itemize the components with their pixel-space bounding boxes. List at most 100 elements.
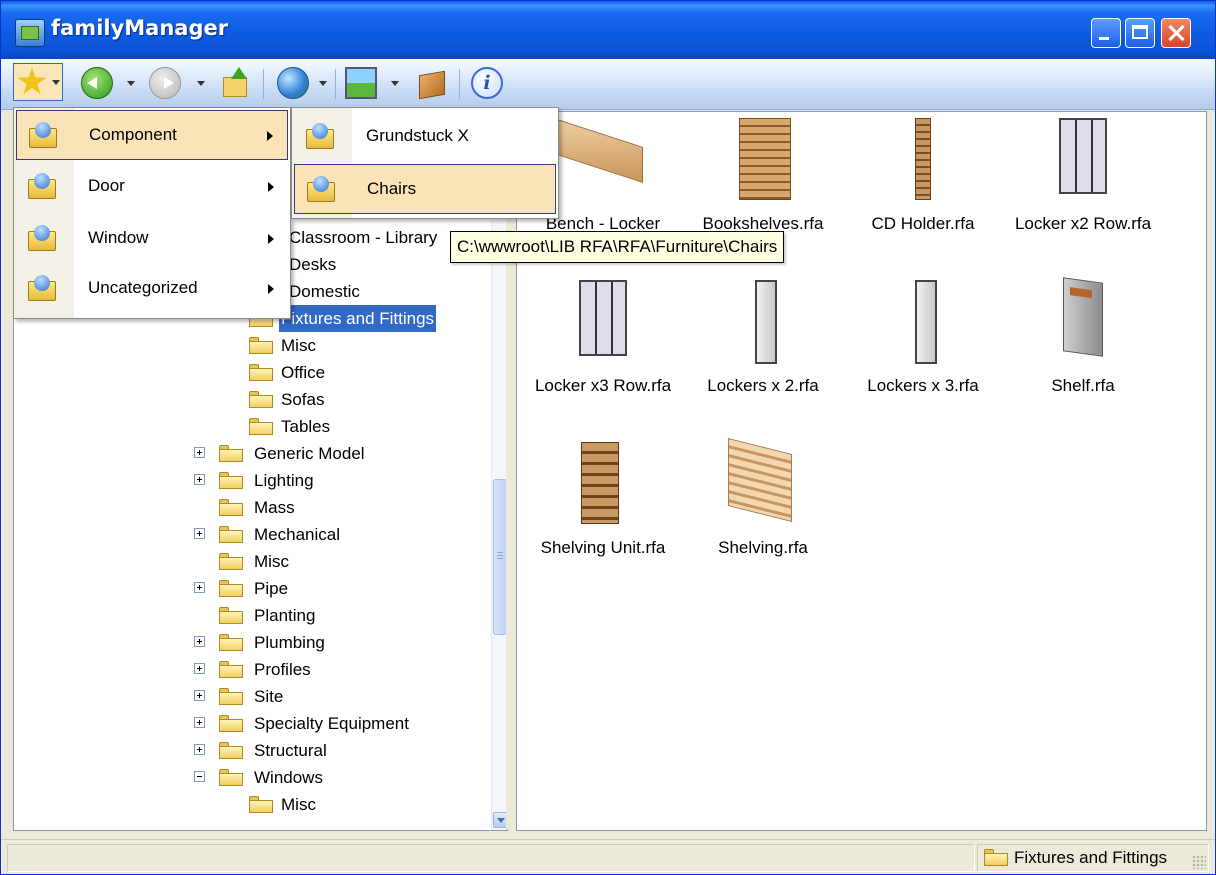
family-item-label: Shelving.rfa: [718, 538, 808, 557]
folder-icon: [219, 526, 243, 543]
favorites-button[interactable]: [13, 63, 63, 101]
status-folder-label: Fixtures and Fittings: [1014, 848, 1168, 867]
tree-item-label: Fixtures and Fittings: [279, 305, 437, 332]
expand-icon[interactable]: [194, 528, 205, 539]
picture-icon[interactable]: [345, 67, 377, 99]
family-item-label: Lockers x 2.rfa: [707, 376, 819, 395]
family-item-label: Shelving Unit.rfa: [540, 538, 666, 557]
folder-icon: [219, 661, 243, 678]
tree-item-label: Mass: [254, 498, 295, 517]
menu-item-label: Component: [89, 125, 177, 144]
expand-icon[interactable]: [194, 663, 205, 674]
favorites-menu: Component Door Window Uncategorized: [13, 107, 291, 319]
tree-item-label: Tables: [281, 417, 331, 436]
family-item[interactable]: Lockers x 2.rfa: [683, 280, 843, 430]
menu-item-window[interactable]: Window: [16, 214, 288, 264]
expand-icon[interactable]: [194, 690, 205, 701]
tree-item-label: Structural: [254, 741, 327, 760]
folder-globe-icon: [28, 225, 58, 251]
tree-item-label: Windows: [254, 768, 323, 787]
family-item[interactable]: Locker x2 Row.rfa: [1003, 118, 1163, 268]
star-icon: [17, 67, 47, 95]
package-icon[interactable]: [415, 67, 447, 99]
family-item[interactable]: Locker x3 Row.rfa: [523, 280, 683, 430]
maximize-button[interactable]: [1125, 18, 1155, 48]
globe-dropdown-arrow[interactable]: [319, 81, 327, 86]
lockers-x2-thumbnail: [755, 280, 777, 364]
close-button[interactable]: [1161, 18, 1191, 48]
scrollbar-thumb[interactable]: [493, 479, 507, 635]
forward-dropdown-arrow[interactable]: [197, 81, 205, 86]
bench-thumbnail: [551, 117, 643, 183]
tree-item-label: Plumbing: [254, 633, 325, 652]
title-bar[interactable]: familyManager: [1, 1, 1215, 59]
shelving-unit-thumbnail: [581, 442, 619, 524]
family-item[interactable]: Shelf.rfa: [1003, 277, 1163, 430]
bookshelves-thumbnail: [739, 118, 791, 200]
folder-icon: [219, 688, 243, 705]
family-item[interactable]: CD Holder.rfa: [843, 118, 1003, 268]
info-icon[interactable]: i: [471, 67, 503, 99]
expand-icon[interactable]: [194, 447, 205, 458]
family-item-label: Locker x2 Row.rfa: [1014, 214, 1152, 233]
app-window: familyManager i Classroom - Library Desk…: [0, 0, 1216, 875]
toolbar-separator: [459, 69, 460, 99]
expand-icon[interactable]: [194, 636, 205, 647]
locker-x2-row-thumbnail: [1059, 118, 1107, 194]
submenu-arrow-icon: [268, 284, 274, 294]
folder-icon: [249, 391, 273, 408]
scroll-down-button[interactable]: [493, 812, 507, 828]
folder-icon: [249, 796, 273, 813]
menu-item-door[interactable]: Door: [16, 162, 288, 212]
tree-item-label: Domestic: [289, 282, 360, 301]
folder-globe-icon: [28, 275, 58, 301]
menu-item-label: Chairs: [367, 179, 417, 198]
folder-globe-icon: [28, 173, 58, 199]
tree-item-label: Profiles: [254, 660, 311, 679]
back-arrow-icon[interactable]: [81, 67, 113, 99]
favorites-dropdown-arrow[interactable]: [52, 80, 60, 85]
app-icon[interactable]: [15, 19, 45, 47]
tree-item-label: Misc: [281, 336, 316, 355]
view-dropdown-arrow[interactable]: [391, 81, 399, 86]
menu-item-uncategorized[interactable]: Uncategorized: [16, 264, 288, 314]
minimize-button[interactable]: [1091, 18, 1121, 48]
folder-icon: [219, 472, 243, 489]
back-dropdown-arrow[interactable]: [127, 81, 135, 86]
folder-icon: [219, 580, 243, 597]
globe-icon[interactable]: [277, 67, 309, 99]
expand-icon[interactable]: [194, 744, 205, 755]
folder-globe-icon: [306, 123, 336, 149]
menu-item-label: Door: [88, 176, 125, 195]
submenu-item-grundstuck-x[interactable]: Grundstuck X: [294, 112, 556, 162]
family-item[interactable]: Shelving.rfa: [683, 438, 843, 592]
submenu-arrow-icon: [267, 131, 273, 141]
expand-icon[interactable]: [194, 717, 205, 728]
folder-icon: [219, 715, 243, 732]
collapse-icon[interactable]: [194, 771, 205, 782]
family-item[interactable]: Lockers x 3.rfa: [843, 280, 1003, 430]
toolbar: i: [1, 59, 1215, 110]
folder-icon: [249, 337, 273, 354]
tree-item-label: Misc: [254, 552, 289, 571]
folder-icon: [219, 634, 243, 651]
menu-item-component[interactable]: Component: [16, 110, 288, 160]
folder-icon: [219, 769, 243, 786]
family-item-label: Locker x3 Row.rfa: [534, 376, 672, 395]
family-item-label: Lockers x 3.rfa: [867, 376, 979, 395]
folder-icon: [219, 742, 243, 759]
shelf-thumbnail: [1063, 277, 1103, 357]
family-item-label: Shelf.rfa: [1051, 376, 1115, 395]
forward-arrow-icon[interactable]: [149, 67, 181, 99]
submenu-arrow-icon: [268, 182, 274, 192]
family-item[interactable]: Shelving Unit.rfa: [523, 442, 683, 592]
expand-icon[interactable]: [194, 582, 205, 593]
expand-icon[interactable]: [194, 474, 205, 485]
up-folder-icon[interactable]: [219, 67, 251, 99]
tree-item-label: Pipe: [254, 579, 289, 598]
menu-item-label: Window: [88, 228, 149, 247]
submenu-item-chairs[interactable]: Chairs: [294, 164, 556, 214]
resize-grip-icon[interactable]: [1192, 855, 1206, 869]
status-panel: [7, 844, 975, 872]
window-title: familyManager: [51, 16, 229, 40]
